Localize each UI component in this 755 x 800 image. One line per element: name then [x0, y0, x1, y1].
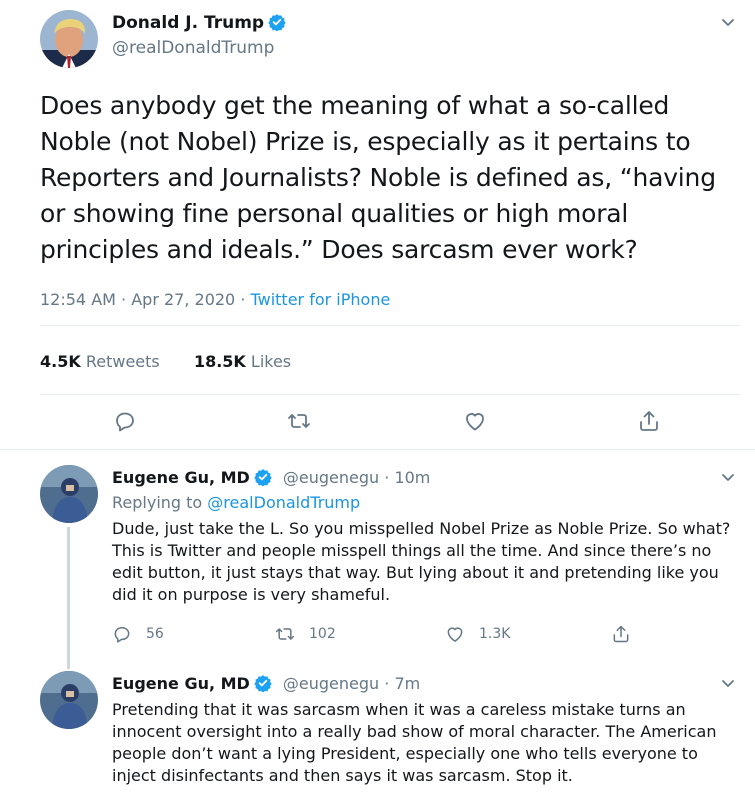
verified-badge-icon — [268, 13, 286, 32]
meta-separator: · — [240, 290, 251, 309]
tweet-age[interactable]: 10m — [394, 468, 430, 487]
avatar[interactable] — [40, 671, 98, 729]
share-icon[interactable] — [637, 409, 661, 433]
share-icon — [613, 625, 629, 643]
author-handle[interactable]: @eugenegu — [283, 468, 379, 487]
verified-badge-icon — [254, 468, 272, 487]
author-name[interactable]: Donald J. Trump — [112, 13, 286, 33]
retweet-icon[interactable] — [287, 409, 311, 433]
retweets-stat[interactable]: 4.5K Retweets — [40, 352, 160, 371]
tweet-time[interactable]: 12:54 AM — [40, 290, 116, 309]
meta-separator: · — [384, 674, 395, 693]
reply-tweet[interactable]: Eugene Gu, MD @eugenegu · 7m Pretending … — [0, 655, 755, 800]
reply-icon[interactable] — [113, 409, 137, 433]
avatar[interactable] — [40, 10, 98, 68]
author-name[interactable]: Eugene Gu, MD — [112, 468, 250, 487]
retweet-icon — [275, 628, 295, 640]
retweet-action[interactable]: 102 — [275, 624, 336, 644]
meta-separator: · — [121, 290, 132, 309]
author-handle[interactable]: @eugenegu — [283, 674, 379, 693]
author-name[interactable]: Eugene Gu, MD — [112, 674, 250, 693]
chevron-down-icon[interactable] — [720, 469, 736, 485]
chevron-down-icon[interactable] — [720, 14, 736, 30]
reply-header: Eugene Gu, MD @eugenegu · 7m — [112, 674, 420, 693]
reply-action[interactable]: 56 — [112, 624, 164, 644]
reply-icon — [114, 627, 130, 643]
chevron-down-icon[interactable] — [720, 675, 736, 691]
share-action[interactable] — [611, 624, 645, 644]
reply-count: 56 — [146, 626, 164, 642]
likes-stat[interactable]: 18.5K Likes — [194, 352, 291, 371]
meta-separator: · — [384, 468, 395, 487]
reply-text: Pretending that it was sarcasm when it w… — [112, 700, 717, 785]
retweet-count: 102 — [309, 626, 336, 642]
author-handle[interactable]: @realDonaldTrump — [112, 38, 274, 58]
thread-line — [67, 655, 70, 669]
like-icon[interactable] — [463, 409, 487, 433]
replying-to-link[interactable]: @realDonaldTrump — [207, 493, 360, 512]
like-icon — [447, 627, 463, 642]
thread-line — [67, 527, 70, 655]
main-tweet: Donald J. Trump @realDonaldTrump Does an… — [0, 0, 755, 450]
tweet-meta: 12:54 AM · Apr 27, 2020 · Twitter for iP… — [40, 290, 390, 309]
reply-text: Dude, just take the L. So you misspelled… — [112, 519, 731, 604]
replying-to: Replying to @realDonaldTrump — [112, 493, 361, 512]
divider — [40, 394, 740, 395]
engagement-stats: 4.5K Retweets 18.5K Likes — [40, 352, 291, 371]
tweet-text: Does anybody get the meaning of what a s… — [40, 91, 716, 264]
like-action[interactable]: 1.3K — [445, 624, 510, 644]
reply-header: Eugene Gu, MD @eugenegu · 10m — [112, 468, 430, 487]
tweet-date[interactable]: Apr 27, 2020 — [131, 290, 235, 309]
avatar[interactable] — [40, 465, 98, 523]
tweet-age[interactable]: 7m — [394, 674, 420, 693]
divider — [40, 325, 740, 326]
verified-badge-icon — [254, 674, 272, 693]
reply-tweet[interactable]: Eugene Gu, MD @eugenegu · 10m Replying t… — [0, 451, 755, 655]
like-count: 1.3K — [479, 626, 511, 642]
tweet-source-link[interactable]: Twitter for iPhone — [251, 290, 391, 309]
